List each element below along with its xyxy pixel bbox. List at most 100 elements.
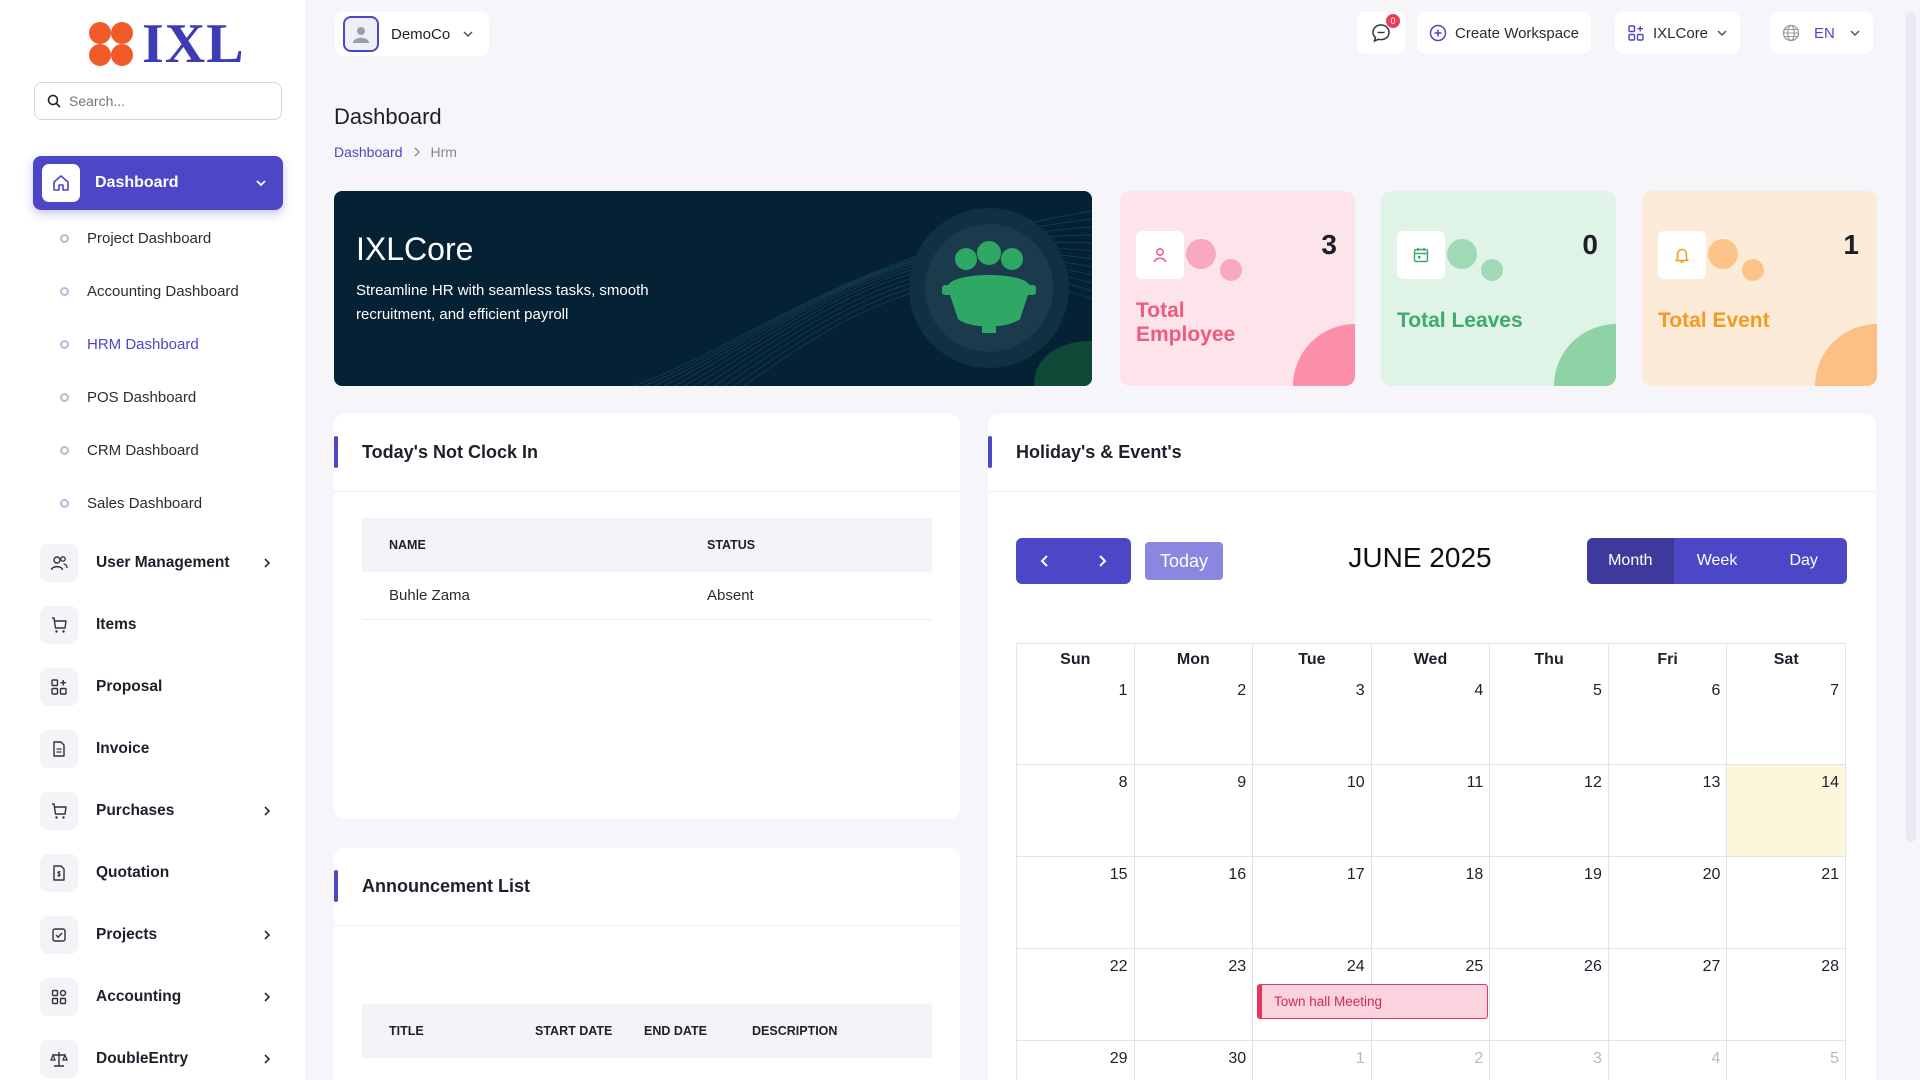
sidebar-item-label: Accounting	[96, 988, 182, 1005]
stat-value: 0	[1582, 229, 1598, 260]
sidebar-item-user-management[interactable]: User Management	[40, 543, 272, 583]
page-scrollbar[interactable]	[1906, 12, 1916, 842]
chevron-down-icon	[1850, 30, 1860, 37]
calendar-day-cell[interactable]: 10	[1253, 765, 1372, 857]
calendar-day-cell[interactable]: 14	[1727, 765, 1846, 857]
calendar-day-cell[interactable]: 16	[1134, 857, 1254, 949]
sidebar-search[interactable]	[34, 82, 282, 120]
user-icon	[1136, 231, 1184, 279]
stat-card-total-leaves[interactable]: 0 Total Leaves	[1381, 191, 1616, 386]
sidebar-item-purchases[interactable]: Purchases	[40, 791, 272, 831]
weekday-header: Mon	[1134, 643, 1254, 673]
calendar-day-cell[interactable]: 19	[1490, 857, 1609, 949]
apps-icon	[40, 978, 78, 1016]
decor-corner	[1554, 324, 1616, 386]
sidebar-item-accounting[interactable]: Accounting	[40, 977, 272, 1017]
calendar-day-cell[interactable]: 3	[1490, 1041, 1609, 1080]
stat-card-total-event[interactable]: 1 Total Event	[1642, 191, 1877, 386]
search-input[interactable]	[69, 93, 259, 109]
calendar-day-cell[interactable]: 11	[1371, 765, 1491, 857]
sidebar-item-items[interactable]: Items	[40, 605, 272, 645]
language-switcher[interactable]: EN	[1770, 12, 1873, 54]
weekday-header: Thu	[1490, 643, 1609, 673]
workspace-switcher[interactable]: IXLCore	[1615, 12, 1741, 54]
calendar-day-cell[interactable]: 1	[1253, 1041, 1372, 1080]
brand-logo[interactable]: IXL	[86, 16, 245, 72]
view-day-button[interactable]: Day	[1760, 538, 1847, 584]
clover-logo-icon	[89, 22, 133, 66]
chevron-right-icon	[262, 1053, 272, 1065]
calendar-day-cell[interactable]: 20	[1608, 857, 1728, 949]
stat-card-total-employee[interactable]: 3 Total Employee	[1120, 191, 1355, 386]
calendar-view-switcher: Month Week Day	[1587, 538, 1847, 584]
notification-badge: 0	[1386, 14, 1400, 28]
sidebar-subitem-hrm-dashboard[interactable]: HRM Dashboard	[60, 336, 199, 353]
sidebar-subitem-accounting-dashboard[interactable]: Accounting Dashboard	[60, 283, 239, 300]
subitem-label: HRM Dashboard	[87, 336, 199, 353]
view-week-button[interactable]: Week	[1674, 538, 1761, 584]
calendar-day-cell[interactable]: 30	[1135, 1041, 1254, 1080]
subitem-label: Sales Dashboard	[87, 495, 203, 512]
calendar-day-cell[interactable]: 8	[1016, 765, 1135, 857]
sidebar-item-doubleentry[interactable]: DoubleEntry	[40, 1039, 272, 1079]
breadcrumb-current: Hrm	[430, 144, 457, 160]
calendar-day-cell[interactable]: 21	[1727, 857, 1846, 949]
sidebar-subitem-project-dashboard[interactable]: Project Dashboard	[60, 230, 211, 247]
sidebar-subitem-pos-dashboard[interactable]: POS Dashboard	[60, 389, 196, 406]
sidebar-item-projects[interactable]: Projects	[40, 915, 272, 955]
calendar-day-cell[interactable]: 4	[1371, 673, 1491, 765]
announcement-card: Announcement List TITLE START DATE END D…	[334, 848, 960, 1080]
view-month-button[interactable]: Month	[1587, 538, 1674, 584]
calendar-day-cell[interactable]: 23	[1134, 949, 1254, 1041]
calendar-day-cell[interactable]: 2	[1134, 673, 1254, 765]
calendar-day-cell[interactable]: 29	[1016, 1041, 1135, 1080]
calendar-event[interactable]: Town hall Meeting	[1257, 984, 1488, 1019]
column-header-status: STATUS	[707, 538, 756, 552]
calendar-day-cell[interactable]: 2	[1372, 1041, 1491, 1080]
calendar-day-cell[interactable]: 15	[1016, 857, 1135, 949]
sidebar-item-dashboard[interactable]: Dashboard	[33, 156, 283, 210]
calendar-day-cell[interactable]: 9	[1134, 765, 1254, 857]
subitem-label: Accounting Dashboard	[87, 283, 239, 300]
sidebar-item-label: Purchases	[96, 802, 175, 819]
calendar-day-cell[interactable]: 1	[1016, 673, 1135, 765]
calendar-day-cell[interactable]: 6	[1608, 673, 1728, 765]
calendar-day-cell[interactable]: 4	[1609, 1041, 1728, 1080]
weekday-header: Tue	[1253, 643, 1372, 673]
today-button[interactable]: Today	[1145, 542, 1223, 580]
create-workspace-button[interactable]: Create Workspace	[1417, 12, 1591, 54]
calendar-day-cell[interactable]: 5	[1727, 1041, 1846, 1080]
calendar-day-cell[interactable]: 12	[1490, 765, 1609, 857]
sidebar-item-proposal[interactable]: Proposal	[40, 667, 272, 707]
company-switcher[interactable]: DemoCo	[335, 12, 489, 56]
sidebar-item-quotation[interactable]: Quotation	[40, 853, 272, 893]
sidebar-subitem-sales-dashboard[interactable]: Sales Dashboard	[60, 495, 202, 512]
card-title: Announcement List	[362, 876, 531, 896]
bullet-icon	[60, 446, 69, 455]
sidebar-item-label: Projects	[96, 926, 158, 943]
calendar-day-cell[interactable]: 3	[1253, 673, 1372, 765]
calendar-day-cell[interactable]: 7	[1727, 673, 1846, 765]
messages-button[interactable]: 0	[1357, 12, 1405, 54]
card-accent-bar	[988, 436, 992, 468]
card-header: Today's Not Clock In	[334, 414, 960, 492]
calendar-day-cell[interactable]: 13	[1608, 765, 1728, 857]
breadcrumb-dashboard-link[interactable]: Dashboard	[334, 144, 403, 160]
calendar-day-cell[interactable]: 28	[1727, 949, 1846, 1041]
calendar-day-cell[interactable]: 26	[1490, 949, 1609, 1041]
sidebar-item-invoice[interactable]: Invoice	[40, 729, 272, 769]
calendar-day-cell[interactable]: 27	[1608, 949, 1728, 1041]
prev-month-button[interactable]	[1016, 538, 1074, 584]
grid-plus-icon	[40, 668, 78, 706]
calendar-day-cell[interactable]: 5	[1490, 673, 1609, 765]
breadcrumb: Dashboard Hrm	[334, 144, 457, 160]
calendar-day-cell[interactable]: 18	[1371, 857, 1491, 949]
card-header: Holiday's & Event's	[988, 414, 1876, 492]
plus-circle-icon	[1429, 24, 1447, 42]
calendar-day-cell[interactable]: 22	[1016, 949, 1135, 1041]
next-month-button[interactable]	[1074, 538, 1132, 584]
cart-icon	[40, 792, 78, 830]
calendar-day-cell[interactable]: 17	[1253, 857, 1372, 949]
subitem-label: POS Dashboard	[87, 389, 197, 406]
sidebar-subitem-crm-dashboard[interactable]: CRM Dashboard	[60, 442, 199, 459]
